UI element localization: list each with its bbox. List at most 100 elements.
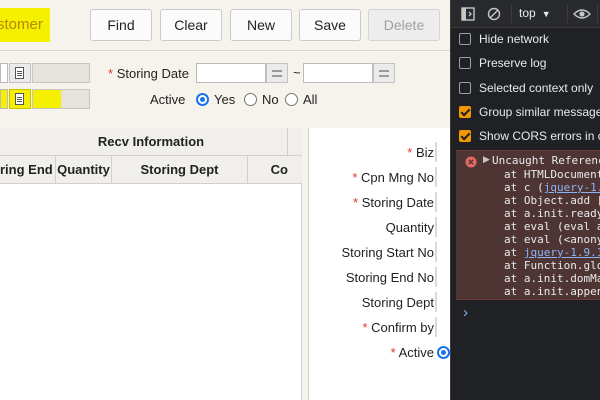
calendar-icon xyxy=(272,70,282,77)
setting-label: Hide network xyxy=(479,32,550,46)
grid-group-header-text: Recv Information xyxy=(97,134,205,149)
required-mark: * xyxy=(390,345,396,360)
form-label-storing-date: * Storing Date xyxy=(353,195,434,210)
stack-line-text: at xyxy=(504,246,524,259)
dept-code-input[interactable] xyxy=(0,89,8,109)
customer-code-input[interactable] xyxy=(0,63,8,83)
console-prompt-icon[interactable]: › xyxy=(463,304,468,321)
dept-lookup-button[interactable] xyxy=(9,89,31,109)
storing-date-to-input[interactable] xyxy=(303,63,373,83)
active-all-label: All xyxy=(303,92,318,107)
sidebar-toggle-icon[interactable] xyxy=(461,7,475,21)
console-error-message[interactable]: ▶ Uncaught Reference at HTMLDocument. at… xyxy=(456,150,600,300)
stack-line-text: at c ( xyxy=(504,181,544,194)
form-label-text: Confirm by xyxy=(371,320,434,335)
stack-line: at a.init.ready xyxy=(504,207,600,220)
column-header-storing-end-no[interactable]: ring End N xyxy=(0,156,56,184)
grid-column-header-row: ring End N Quantity Storing Dept Co xyxy=(0,156,302,184)
required-mark: * xyxy=(353,195,359,210)
active-no-label: No xyxy=(262,92,279,107)
eye-icon[interactable] xyxy=(573,7,591,21)
expand-triangle-icon[interactable]: ▶ xyxy=(483,154,490,165)
column-header-quantity[interactable]: Quantity xyxy=(56,156,112,184)
devtools-panel: top ▼ Hide network Preserve log Selected … xyxy=(450,0,600,400)
stack-line: at eval (<anonym xyxy=(504,233,600,246)
source-link[interactable]: jquery-1.9.1. xyxy=(524,246,600,259)
context-selector[interactable]: top ▼ xyxy=(519,6,551,20)
stack-line: at c (jquery-1.9 xyxy=(504,181,600,194)
stack-line: at Function.glob xyxy=(504,259,600,272)
setting-label: Preserve log xyxy=(479,56,547,70)
source-link[interactable]: jquery-1.9 xyxy=(544,181,600,194)
form-label-text: Active xyxy=(398,345,434,360)
quantity-input[interactable] xyxy=(435,217,437,237)
active-yes-radio[interactable] xyxy=(196,93,209,106)
stack-line: at jquery-1.9.1. xyxy=(504,246,600,259)
show-cors-checkbox[interactable] xyxy=(459,130,471,142)
storing-end-no-input[interactable] xyxy=(435,267,437,287)
page-title: stomer xyxy=(0,8,50,42)
grid-header-divider xyxy=(287,128,288,156)
group-similar-checkbox[interactable] xyxy=(459,106,471,118)
delete-button[interactable]: Delete xyxy=(368,9,440,41)
form-label-biz: * Biz xyxy=(407,145,434,160)
form-label-storing-start-no: Storing Start No xyxy=(341,245,435,260)
stack-line: at Object.add [a xyxy=(504,194,600,207)
form-label-cpn-mng-no: * Cpn Mng No xyxy=(352,170,434,185)
storing-date-label-text: Storing Date xyxy=(116,66,189,81)
form-label-text: Cpn Mng No xyxy=(361,170,434,185)
calendar-icon xyxy=(379,70,389,77)
date-range-separator: ~ xyxy=(293,65,301,80)
cpn-mng-no-input[interactable] xyxy=(435,167,437,187)
stack-line: at a.init.domMan xyxy=(504,272,600,285)
date-from-calendar-button[interactable] xyxy=(266,63,288,83)
highlight-mark xyxy=(33,90,61,108)
required-mark: * xyxy=(407,145,413,160)
storing-dept-input[interactable] xyxy=(435,292,437,312)
preserve-log-setting[interactable]: Preserve log xyxy=(459,53,546,73)
required-mark: * xyxy=(362,320,368,335)
hide-network-setting[interactable]: Hide network xyxy=(459,29,549,49)
selected-context-checkbox[interactable] xyxy=(459,82,471,94)
form-active-radio[interactable] xyxy=(437,346,450,359)
form-label-storing-dept: Storing Dept xyxy=(361,295,434,310)
save-button[interactable]: Save xyxy=(299,9,361,41)
toolbar-divider xyxy=(597,5,598,23)
storing-start-no-input[interactable] xyxy=(435,242,437,262)
form-label-text: Storing Date xyxy=(361,195,434,210)
preserve-log-checkbox[interactable] xyxy=(459,57,471,69)
form-label-confirm-by: * Confirm by xyxy=(362,320,434,335)
setting-label: Selected context only xyxy=(479,81,594,95)
form-label-text: Biz xyxy=(415,145,434,160)
customer-lookup-button[interactable] xyxy=(9,63,31,83)
date-to-calendar-button[interactable] xyxy=(373,63,395,83)
stack-line: at a.init.append xyxy=(504,285,600,298)
error-title: Uncaught Reference xyxy=(492,154,600,167)
group-similar-setting[interactable]: Group similar messages i xyxy=(459,102,600,122)
form-label-active: * Active xyxy=(391,345,434,360)
header-divider xyxy=(0,50,450,51)
customer-name-field xyxy=(32,63,90,83)
selected-context-setting[interactable]: Selected context only xyxy=(459,78,593,98)
column-header-storing-dept[interactable]: Storing Dept xyxy=(112,156,248,184)
new-button[interactable]: New xyxy=(230,9,292,41)
find-button[interactable]: Find xyxy=(90,9,152,41)
hide-network-checkbox[interactable] xyxy=(459,33,471,45)
document-icon xyxy=(15,93,24,105)
form-label-quantity: Quantity xyxy=(385,220,434,235)
biz-input[interactable] xyxy=(435,142,437,162)
storing-date-input[interactable] xyxy=(435,192,437,212)
active-all-radio[interactable] xyxy=(285,93,298,106)
clear-console-icon[interactable] xyxy=(487,7,501,21)
clear-button[interactable]: Clear xyxy=(160,9,222,41)
active-no-radio[interactable] xyxy=(244,93,257,106)
document-icon xyxy=(15,67,24,79)
column-header-co[interactable]: Co xyxy=(248,156,302,184)
required-mark: * xyxy=(352,170,358,185)
recv-grid[interactable]: Recv Information ring End N Quantity Sto… xyxy=(0,128,302,400)
detail-form: * Biz * Cpn Mng No * Storing Date Quanti… xyxy=(308,128,450,400)
grid-group-header: Recv Information xyxy=(0,128,302,156)
show-cors-setting[interactable]: Show CORS errors in cons xyxy=(459,126,600,146)
storing-date-from-input[interactable] xyxy=(196,63,266,83)
confirm-by-input[interactable] xyxy=(435,317,437,337)
